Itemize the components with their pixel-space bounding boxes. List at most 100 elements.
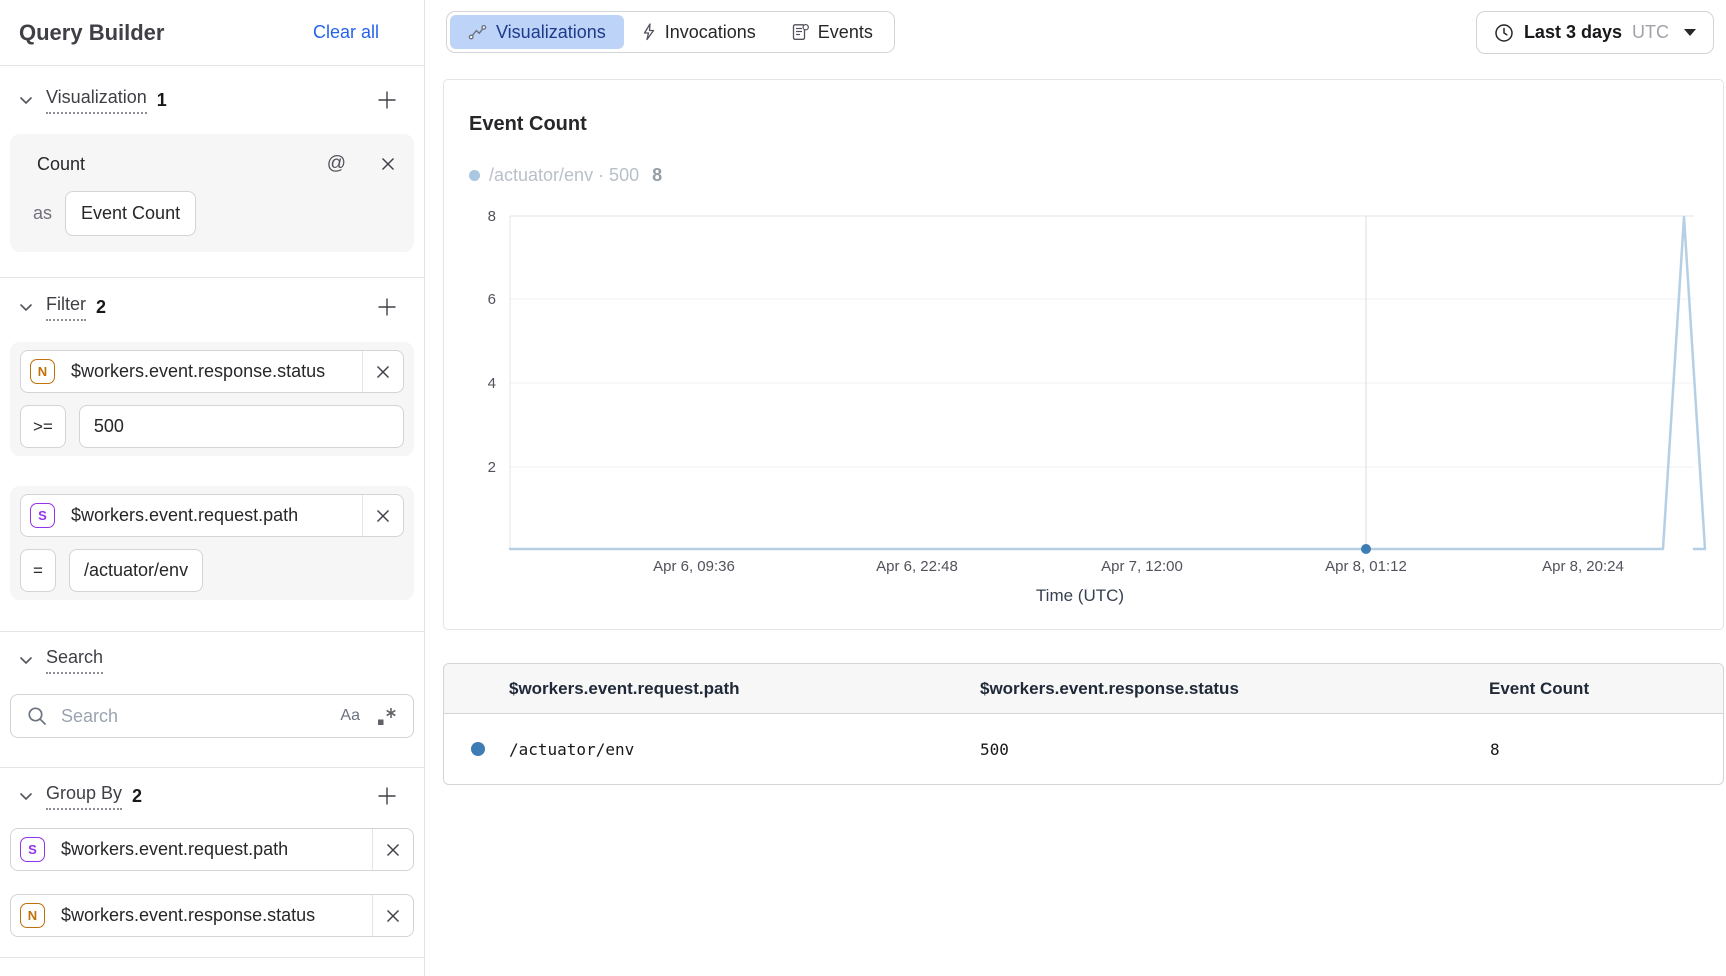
close-icon [385,842,401,858]
plus-icon [376,89,398,111]
tab-label: Invocations [665,22,756,43]
main-content: Visualizations Invocations Events Last 3… [425,0,1726,976]
group-by-field-row[interactable]: N $workers.event.response.status [10,894,414,937]
table-header-row: $workers.event.request.path $workers.eve… [444,664,1723,714]
sidebar-header: Query Builder Clear all [0,0,424,66]
section-divider [0,957,424,958]
close-icon [385,908,401,924]
regex-icon [376,707,399,726]
group-by-count: 2 [132,786,142,807]
tab-label: Events [818,22,873,43]
y-tick: 4 [488,375,496,392]
group-by-section-header: Group By 2 [10,780,414,812]
group-by-section-label[interactable]: Group By [46,783,122,810]
page-title: Query Builder [19,20,164,46]
plus-icon [376,296,398,318]
y-tick: 2 [488,459,496,476]
visualization-section-header: Visualization 1 [10,84,414,116]
results-table: $workers.event.request.path $workers.eve… [443,663,1724,785]
column-header: Event Count [1485,679,1723,699]
document-icon [792,23,809,41]
filter-item: N $workers.event.response.status >= 500 [10,342,414,456]
cell-event-count: 8 [1485,740,1723,759]
event-count-chart-card: Event Count /actuator/env · 500 8 8 6 4 … [443,79,1724,630]
tab-events[interactable]: Events [774,15,891,49]
metric-label[interactable]: Count [37,154,327,175]
section-divider [0,277,424,278]
visualization-section-label[interactable]: Visualization [46,87,147,114]
clock-icon [1494,23,1514,43]
visualization-alias-input[interactable]: Event Count [65,191,196,236]
add-visualization-button[interactable] [374,87,400,113]
group-by-field-row[interactable]: S $workers.event.request.path [10,828,414,871]
x-tick: Apr 6, 09:36 [653,558,735,575]
search-section-label[interactable]: Search [46,647,103,674]
time-range-picker[interactable]: Last 3 days UTC [1476,11,1714,54]
string-type-badge: S [20,837,45,862]
search-icon [27,706,48,727]
filter-operator-select[interactable]: = [20,549,56,592]
chevron-down-icon[interactable] [19,656,33,665]
group-by-field-name: $workers.event.response.status [61,905,372,926]
filter-item: S $workers.event.request.path = /actuato… [10,486,414,600]
visualization-count: 1 [157,90,167,111]
series-color-dot [471,742,485,756]
x-axis-label: Time (UTC) [1036,586,1124,605]
chevron-down-icon[interactable] [19,303,33,312]
visualization-card: Count @ as Event Count [10,134,414,252]
cell-request-path: /actuator/env [509,740,634,759]
filter-value-input[interactable]: 500 [79,405,404,448]
table-row[interactable]: /actuator/env 500 8 [444,714,1723,784]
as-label: as [33,203,52,224]
remove-group-by-button[interactable] [373,829,413,870]
close-icon [375,364,391,380]
remove-visualization-button[interactable] [376,152,400,176]
add-group-by-button[interactable] [374,783,400,809]
column-header: $workers.event.request.path [444,679,980,699]
search-section-header: Search [10,644,414,676]
remove-filter-button[interactable] [363,495,403,536]
filter-operator-select[interactable]: >= [20,405,66,448]
caret-down-icon [1684,29,1696,36]
filter-section-label[interactable]: Filter [46,294,86,321]
string-type-badge: S [30,503,55,528]
filter-value-input[interactable]: /actuator/env [69,549,203,592]
filter-section-header: Filter 2 [10,291,414,323]
y-tick: 6 [488,291,496,308]
x-tick: Apr 7, 12:00 [1101,558,1183,575]
x-tick: Apr 8, 01:12 [1325,558,1407,575]
line-chart-icon [468,24,487,41]
chevron-down-icon[interactable] [19,96,33,105]
regex-toggle[interactable] [376,707,399,726]
sidebar-body: Visualization 1 Count @ as Event Count [0,84,424,958]
remove-group-by-button[interactable] [373,895,413,936]
filter-field-name: $workers.event.request.path [71,505,362,526]
filter-field-row[interactable]: N $workers.event.response.status [20,350,404,393]
section-divider [0,767,424,768]
tab-visualizations[interactable]: Visualizations [450,15,624,49]
view-tabs: Visualizations Invocations Events [446,11,895,53]
line-chart-plot[interactable]: 8 6 4 2 Apr 6, 09:36 Apr 6, 22:48 Apr 7,… [444,80,1725,631]
filter-field-name: $workers.event.response.status [71,361,362,382]
number-type-badge: N [20,903,45,928]
close-icon [375,508,391,524]
plus-icon [376,785,398,807]
time-range-label: Last 3 days [1524,22,1622,43]
tab-invocations[interactable]: Invocations [624,15,774,49]
x-tick: Apr 6, 22:48 [876,558,958,575]
filter-count: 2 [96,297,106,318]
group-by-field-name: $workers.event.request.path [61,839,372,860]
at-symbol-button[interactable]: @ [327,153,346,175]
query-builder-sidebar: Query Builder Clear all Visualization 1 … [0,0,425,976]
clear-all-link[interactable]: Clear all [313,22,379,43]
filter-field-row[interactable]: S $workers.event.request.path [20,494,404,537]
marker-dot [1361,544,1371,554]
search-input[interactable] [61,706,340,727]
remove-filter-button[interactable] [363,351,403,392]
y-tick: 8 [488,208,496,225]
chevron-down-icon[interactable] [19,792,33,801]
x-tick: Apr 8, 20:24 [1542,558,1624,575]
add-filter-button[interactable] [374,294,400,320]
section-divider [0,631,424,632]
match-case-toggle[interactable]: Aa [340,707,360,725]
